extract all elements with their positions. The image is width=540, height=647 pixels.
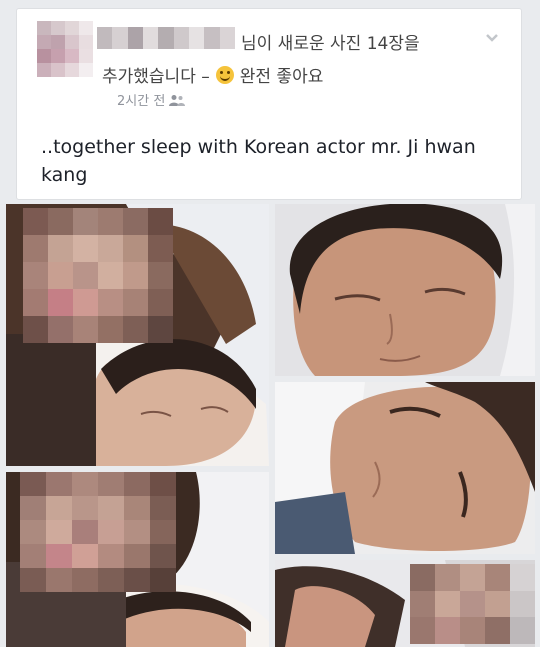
post-caption: ..together sleep with Korean actor mr. J… bbox=[41, 136, 476, 186]
photo-1[interactable] bbox=[6, 204, 269, 466]
post-card: 님이 새로운 사진 14장을 추가했습니다 – 완전 좋아요 2시간 전 ..t… bbox=[16, 8, 522, 200]
timestamp[interactable]: 2시간 전 bbox=[117, 90, 165, 109]
photo-1-pixelated-face bbox=[23, 208, 173, 343]
photo-3-image bbox=[275, 382, 535, 554]
photo-3[interactable] bbox=[275, 382, 535, 554]
photo-5-pixelated-face bbox=[410, 564, 535, 644]
smile-icon bbox=[215, 65, 234, 84]
photo-5[interactable] bbox=[275, 560, 535, 647]
photo-grid bbox=[0, 204, 540, 647]
feeling-text: 완전 좋아요 bbox=[239, 67, 324, 87]
post-meta: 2시간 전 bbox=[117, 90, 186, 109]
photo-4-pixelated-face bbox=[20, 472, 176, 592]
photo-2[interactable] bbox=[275, 204, 535, 376]
header-action-text: 추가했습니다 – bbox=[102, 67, 210, 87]
chevron-down-icon[interactable] bbox=[485, 33, 499, 43]
header-text-line2: 추가했습니다 – 완전 좋아요 bbox=[102, 62, 323, 87]
avatar-pixelated[interactable] bbox=[37, 21, 93, 77]
author-name-pixelated[interactable] bbox=[97, 27, 235, 49]
header-text-line1: 님이 새로운 사진 14장을 bbox=[241, 34, 420, 54]
photo-4[interactable] bbox=[6, 472, 269, 647]
friends-icon[interactable] bbox=[169, 94, 186, 106]
photo-2-image bbox=[275, 204, 535, 376]
